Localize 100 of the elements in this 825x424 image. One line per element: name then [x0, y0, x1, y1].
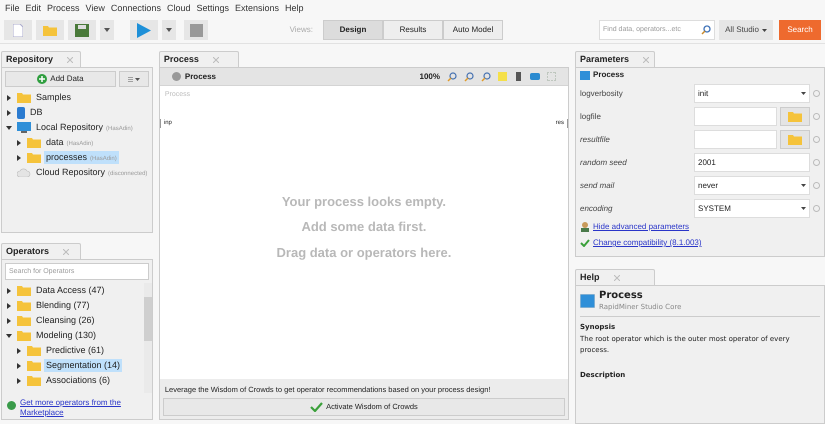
- expanded-triangle-icon[interactable]: [6, 332, 12, 338]
- collapsed-triangle-icon[interactable]: [16, 140, 22, 146]
- tree-item[interactable]: Associations (6): [44, 374, 112, 388]
- folder-icon: [27, 360, 41, 371]
- search-icon: [701, 25, 711, 35]
- empty-canvas-message: Add some data first.: [301, 218, 426, 236]
- checkmark-icon: [310, 402, 324, 412]
- folder-icon: [17, 330, 31, 341]
- caret-icon: [166, 28, 172, 32]
- tree-item[interactable]: Samples: [34, 90, 74, 104]
- collapsed-triangle-icon[interactable]: [6, 288, 12, 294]
- menu-item[interactable]: Help: [285, 2, 304, 16]
- folder-icon: [27, 152, 41, 163]
- add-data-button[interactable]: Add Data: [5, 71, 116, 87]
- tree-item[interactable]: Data Access (47): [34, 284, 107, 298]
- document-icon: [13, 24, 23, 36]
- parameter-label: encoding: [580, 202, 614, 214]
- empty-canvas-message: Your process looks empty.: [282, 192, 446, 211]
- menu-icon: [128, 76, 133, 82]
- process-icon: [580, 294, 595, 308]
- scrollbar[interactable]: [144, 283, 152, 393]
- caret-icon: [762, 28, 767, 32]
- collapsed-triangle-icon[interactable]: [6, 318, 12, 324]
- tree-item[interactable]: Predictive (61): [44, 344, 106, 358]
- close-icon[interactable]: [63, 248, 70, 254]
- new-document-button[interactable]: [4, 20, 32, 40]
- collapsed-triangle-icon[interactable]: [16, 378, 22, 384]
- stop-button[interactable]: [184, 20, 208, 40]
- parameter-label: random seed: [580, 156, 628, 168]
- tree-item[interactable]: DB: [28, 106, 45, 120]
- process-title: Process: [184, 70, 216, 82]
- parameter-input[interactable]: 2001: [694, 153, 810, 172]
- collapsed-triangle-icon[interactable]: [6, 94, 12, 100]
- browse-button[interactable]: [780, 130, 810, 149]
- menu-item[interactable]: Edit: [26, 2, 42, 16]
- zoom-in-icon[interactable]: [447, 72, 457, 82]
- parameter-label: resultfile: [580, 134, 611, 146]
- compatibility-link[interactable]: Change compatibility (8.1.003): [593, 237, 702, 249]
- view-tab[interactable]: Results: [383, 20, 443, 40]
- parameter-label: logfile: [580, 110, 602, 122]
- tree-item[interactable]: Modeling (130): [34, 328, 98, 342]
- panel-tab[interactable]: Operators: [1, 243, 81, 259]
- view-tab[interactable]: Design: [323, 20, 383, 40]
- close-icon[interactable]: [212, 56, 219, 62]
- menu-item[interactable]: Connections: [110, 2, 161, 16]
- close-icon[interactable]: [643, 56, 650, 62]
- collapsed-triangle-icon[interactable]: [6, 110, 12, 116]
- collapsed-triangle-icon[interactable]: [6, 302, 12, 308]
- zoom-fit-icon[interactable]: [481, 72, 491, 82]
- database-icon: [17, 106, 25, 118]
- close-icon[interactable]: [614, 274, 620, 280]
- scope-dropdown[interactable]: All Studio: [719, 20, 773, 40]
- hide-advanced-link[interactable]: Hide advanced parameters: [593, 221, 690, 233]
- menu-item[interactable]: View: [86, 2, 105, 16]
- close-icon[interactable]: [67, 56, 74, 62]
- parameter-label: logverbosity: [580, 88, 624, 100]
- marketplace-link[interactable]: Get more operators from the Marketplace: [20, 398, 147, 418]
- folder-icon: [27, 137, 41, 148]
- caret-icon: [801, 92, 806, 95]
- file-path-input[interactable]: [694, 107, 777, 126]
- run-dropdown-button[interactable]: [162, 20, 176, 40]
- browse-button[interactable]: [780, 107, 810, 126]
- expanded-triangle-icon[interactable]: [6, 124, 12, 130]
- run-button[interactable]: [130, 20, 158, 40]
- cloud-icon: [17, 168, 31, 177]
- panel-tab[interactable]: Parameters: [575, 51, 655, 67]
- zoom-out-icon[interactable]: [464, 72, 474, 82]
- caret-icon: [104, 28, 110, 32]
- tree-item[interactable]: Blending (77): [34, 298, 92, 312]
- save-button[interactable]: [68, 20, 96, 40]
- folder-icon: [17, 92, 31, 103]
- menu-item[interactable]: Extensions: [235, 2, 280, 16]
- person-icon: [580, 222, 590, 232]
- parameter-dropdown[interactable]: init: [694, 84, 810, 103]
- caret-icon: [134, 78, 140, 80]
- monitor-icon: [17, 122, 31, 133]
- collapsed-triangle-icon[interactable]: [16, 154, 22, 160]
- folder-icon: [17, 315, 31, 326]
- menu-item[interactable]: File: [5, 2, 20, 16]
- menu-item[interactable]: Process: [47, 2, 80, 16]
- zoom-level: 100%: [420, 70, 440, 82]
- view-tab[interactable]: Auto Model: [443, 20, 503, 40]
- views-label: Views:: [290, 24, 313, 36]
- panel-tab[interactable]: Help: [575, 269, 655, 285]
- help-title: Process: [599, 290, 644, 302]
- folder-icon: [788, 134, 802, 145]
- save-dropdown-button[interactable]: [100, 20, 114, 40]
- panel-tab[interactable]: Repository: [1, 51, 81, 67]
- collapsed-triangle-icon[interactable]: [16, 362, 22, 368]
- menu-item[interactable]: Settings: [196, 2, 229, 16]
- parameter-dropdown[interactable]: never: [694, 176, 810, 195]
- collapsed-triangle-icon[interactable]: [16, 348, 22, 354]
- tree-item[interactable]: Segmentation (14): [44, 358, 122, 372]
- menu-item[interactable]: Cloud: [166, 2, 190, 16]
- panel-tab[interactable]: Process: [158, 51, 239, 67]
- file-path-input[interactable]: [694, 130, 777, 149]
- menu-button[interactable]: [118, 71, 149, 87]
- tree-item[interactable]: Cleansing (26): [34, 314, 97, 328]
- parameters-title: Process: [593, 69, 624, 81]
- parameter-dropdown[interactable]: SYSTEM: [694, 199, 810, 218]
